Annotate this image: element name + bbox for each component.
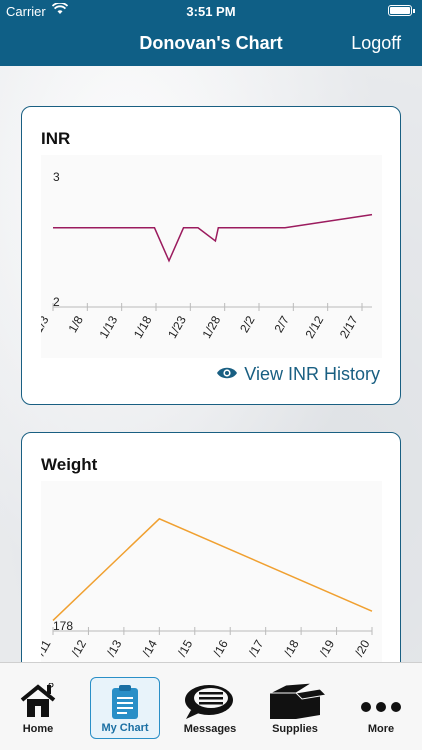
weight-series-line <box>52 517 373 621</box>
box-icon <box>260 683 330 719</box>
inr-x-tick-label: 1/8 <box>65 313 86 335</box>
weight-x-tick-label: /17 <box>246 637 267 659</box>
weight-card: Weight 178/11/12/13/14/15/16/17/18/19/20 <box>21 432 401 673</box>
inr-x-tick-label: 1/18 <box>131 313 155 341</box>
inr-x-tick-label: 2/12 <box>302 313 326 341</box>
inr-series-line <box>53 213 373 263</box>
weight-chart-svg: 178/11/12/13/14/15/16/17/18/19/20 <box>41 517 373 659</box>
inr-y-tick-label: 3 <box>53 170 60 184</box>
tab-supplies[interactable]: Supplies <box>260 677 330 739</box>
inr-card-title: INR <box>41 129 71 148</box>
weight-x-tick-label: /18 <box>281 637 302 659</box>
status-bar: Carrier 3:51 PM <box>0 0 422 22</box>
tab-my-chart-label: My Chart <box>101 722 149 734</box>
inr-x-tick-label: 1/23 <box>165 313 189 341</box>
inr-y-tick-label: 2 <box>53 295 60 309</box>
weight-chart: 178/11/12/13/14/15/16/17/18/19/20 <box>41 481 382 673</box>
inr-x-tick-label: 1/13 <box>96 313 120 341</box>
inr-x-tick-label: 2/7 <box>271 313 292 335</box>
tab-messages[interactable]: Messages <box>175 677 245 739</box>
weight-x-tick-label: /16 <box>210 637 231 659</box>
tab-home[interactable]: Home <box>3 677 73 739</box>
tab-messages-label: Messages <box>183 723 237 735</box>
weight-x-tick-label: /14 <box>139 637 160 659</box>
messages-icon <box>175 683 245 719</box>
tab-more-label: More <box>367 723 395 735</box>
home-icon <box>3 683 73 719</box>
weight-x-tick-label: /13 <box>104 637 125 659</box>
weight-card-title: Weight <box>41 455 98 474</box>
weight-x-tick-label: /15 <box>175 637 196 659</box>
eye-icon <box>216 364 238 385</box>
inr-chart: 3 2 1/3 1/8 1/13 1/18 1/23 1/28 2/2 2/7 2/12 2/17 <box>41 155 382 358</box>
more-icon <box>346 683 416 719</box>
navigation-bar: Carrier 3:51 PM Donovan's Chart Logoff <box>0 0 422 66</box>
inr-x-tick-label: 2/2 <box>237 313 258 335</box>
logoff-button[interactable]: Logoff <box>351 33 401 54</box>
tab-bar: Home My Chart Messages Supplies More <box>0 662 422 750</box>
view-inr-history-link[interactable]: View INR History <box>216 364 380 385</box>
tab-more[interactable]: More <box>346 677 416 739</box>
weight-x-tick-label: /19 <box>317 637 338 659</box>
weight-x-tick-label: /20 <box>352 637 373 659</box>
inr-chart-svg: 3 21/3 1/8 1/13 1/18 1/23 1/28 2/2 2/7 2/12 2/17 <box>41 170 373 341</box>
view-inr-history-label: View INR History <box>244 364 380 384</box>
inr-x-tick-label: 1/28 <box>199 313 223 341</box>
clipboard-icon <box>91 684 159 720</box>
clock: 3:51 PM <box>186 4 236 19</box>
weight-x-tick-label: /11 <box>41 637 54 658</box>
weight-y-tick-label: 178 <box>53 619 73 633</box>
inr-x-tick-label: 1/3 <box>41 313 52 335</box>
inr-card: INR 3 2 1/3 1/8 1/13 1/18 1/23 1/28 2/2 2/7 2/12 2/… <box>21 106 401 405</box>
tab-my-chart[interactable]: My Chart <box>90 677 160 739</box>
tab-home-label: Home <box>22 723 54 735</box>
tab-supplies-label: Supplies <box>272 723 318 735</box>
battery-icon <box>388 5 415 16</box>
weight-x-tick-label: /12 <box>69 637 90 659</box>
inr-x-tick-label: 2/17 <box>337 313 361 341</box>
